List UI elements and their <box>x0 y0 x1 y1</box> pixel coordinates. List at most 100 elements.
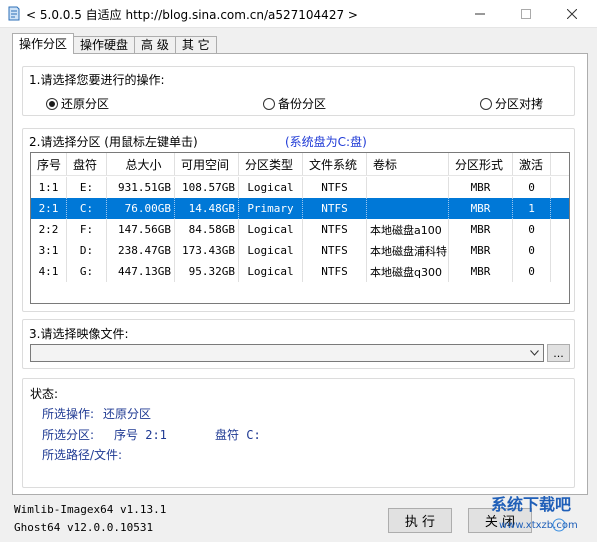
column-header[interactable]: 总大小 <box>107 153 175 175</box>
table-cell-free: 14.48GB <box>175 198 239 219</box>
table-cell-total: 238.47GB <box>107 240 175 261</box>
system-disk-note: (系统盘为C:盘) <box>285 135 367 149</box>
image-file-title: 3.请选择映像文件: <box>29 327 129 341</box>
table-cell-drive: C: <box>67 198 107 219</box>
selected-partition-drive: 盘符 C: <box>215 428 261 442</box>
table-cell-active: 1 <box>513 198 551 219</box>
table-cell-type: Logical <box>239 219 303 240</box>
table-cell-active: 0 <box>513 261 551 282</box>
column-header[interactable]: 序号 <box>31 153 67 175</box>
selected-operation-value: 还原分区 <box>103 407 152 421</box>
table-cell-style: MBR <box>449 261 513 282</box>
table-cell-type: Logical <box>239 177 303 198</box>
table-cell-active: 0 <box>513 219 551 240</box>
image-file-combo[interactable] <box>30 344 544 362</box>
radio-backup-label: 备份分区 <box>278 97 327 111</box>
tab-operate-partition[interactable]: 操作分区 <box>12 33 75 54</box>
watermark-logo: 系统下载吧 www.xtxzb.com <box>485 492 595 540</box>
radio-copy-label: 分区对拷 <box>495 97 544 111</box>
table-cell-free: 95.32GB <box>175 261 239 282</box>
table-row[interactable]: 3:1 D: 238.47GB 173.43GB Logical NTFS 本地磁盘浦科特 M… <box>31 240 569 261</box>
selected-partition-label: 所选分区: <box>42 428 95 442</box>
column-header[interactable]: 分区形式 <box>449 153 513 175</box>
radio-copy[interactable]: 分区对拷 <box>480 95 543 112</box>
table-cell-free: 173.43GB <box>175 240 239 261</box>
status-title: 状态: <box>30 387 59 401</box>
table-cell-label: 本地磁盘浦科特 <box>367 240 449 261</box>
column-header[interactable]: 盘符 <box>67 153 107 175</box>
table-cell-num: 2:1 <box>31 198 67 219</box>
table-cell-active: 0 <box>513 177 551 198</box>
table-cell-free: 108.57GB <box>175 177 239 198</box>
table-cell-fs: NTFS <box>303 177 367 198</box>
table-cell-fs: NTFS <box>303 219 367 240</box>
wimlib-version: Wimlib-Imagex64 v1.13.1 <box>14 503 167 516</box>
table-row[interactable]: 2:2 F: 147.56GB 84.58GB Logical NTFS 本地磁盘a100 M… <box>31 219 569 240</box>
table-cell-spacer <box>551 198 569 219</box>
table-cell-type: Logical <box>239 240 303 261</box>
radio-restore[interactable]: 还原分区 <box>46 95 109 112</box>
table-cell-num: 2:2 <box>31 219 67 240</box>
minimize-icon <box>475 13 485 15</box>
table-cell-drive: F: <box>67 219 107 240</box>
table-cell-spacer <box>551 177 569 198</box>
radio-backup[interactable]: 备份分区 <box>263 95 326 112</box>
app-icon <box>8 6 20 21</box>
column-header-spacer <box>551 153 569 175</box>
table-cell-free: 84.58GB <box>175 219 239 240</box>
radio-dot <box>46 97 58 110</box>
table-cell-num: 1:1 <box>31 177 67 198</box>
maximize-icon <box>521 9 531 19</box>
table-cell-type: Primary <box>239 198 303 219</box>
table-row[interactable]: 1:1 E: 931.51GB 108.57GB Logical NTFS MBR 0 <box>31 177 569 198</box>
close-window-button[interactable] <box>549 0 595 28</box>
minimize-button[interactable] <box>457 0 503 28</box>
window-title: < 5.0.0.5 自适应 http://blog.sina.com.cn/a5… <box>26 8 358 22</box>
selected-operation-label: 所选操作: <box>42 407 95 421</box>
partition-table[interactable]: 序号 盘符 总大小 可用空间 分区类型 文件系统 卷标 分区形式 激活 1:1 E… <box>30 152 570 304</box>
table-cell-style: MBR <box>449 198 513 219</box>
table-row[interactable]: 2:1 C: 76.00GB 14.48GB Primary NTFS MBR 1 <box>31 198 569 219</box>
table-row[interactable]: 4:1 G: 447.13GB 95.32GB Logical NTFS 本地磁盘q300 M… <box>31 261 569 282</box>
column-header[interactable]: 文件系统 <box>303 153 367 175</box>
radio-dot <box>263 97 275 110</box>
table-cell-spacer <box>551 240 569 261</box>
table-header: 序号 盘符 总大小 可用空间 分区类型 文件系统 卷标 分区形式 激活 <box>31 153 569 176</box>
table-cell-type: Logical <box>239 261 303 282</box>
table-cell-label <box>367 177 449 198</box>
column-header[interactable]: 激活 <box>513 153 551 175</box>
table-cell-drive: E: <box>67 177 107 198</box>
ghost-version: Ghost64 v12.0.0.10531 <box>14 521 154 534</box>
table-cell-spacer <box>551 261 569 282</box>
chevron-down-icon[interactable] <box>525 345 543 361</box>
table-cell-num: 4:1 <box>31 261 67 282</box>
browse-button[interactable]: ... <box>547 344 570 362</box>
tab-other[interactable]: 其 它 <box>174 36 217 54</box>
table-cell-style: MBR <box>449 219 513 240</box>
table-cell-label: 本地磁盘q300 <box>367 261 449 282</box>
column-header[interactable]: 分区类型 <box>239 153 303 175</box>
table-cell-fs: NTFS <box>303 261 367 282</box>
watermark-url: www.xtxzb.com <box>499 520 578 531</box>
table-cell-active: 0 <box>513 240 551 261</box>
tab-advanced[interactable]: 高 级 <box>134 36 176 54</box>
column-header[interactable]: 可用空间 <box>175 153 239 175</box>
table-cell-style: MBR <box>449 240 513 261</box>
radio-dot <box>480 97 492 110</box>
title-bar: < 5.0.0.5 自适应 http://blog.sina.com.cn/a5… <box>0 0 597 28</box>
table-cell-num: 3:1 <box>31 240 67 261</box>
partition-group-title: 2.请选择分区 (用鼠标左键单击) <box>29 135 198 149</box>
table-cell-total: 447.13GB <box>107 261 175 282</box>
operation-group-title: 1.请选择您要进行的操作: <box>29 73 165 87</box>
table-cell-label <box>367 198 449 219</box>
execute-button[interactable]: 执 行 <box>388 508 452 533</box>
table-cell-label: 本地磁盘a100 <box>367 219 449 240</box>
selected-partition-number: 序号 2:1 <box>114 428 167 442</box>
table-cell-drive: G: <box>67 261 107 282</box>
tab-operate-disk[interactable]: 操作硬盘 <box>73 36 136 54</box>
table-cell-fs: NTFS <box>303 198 367 219</box>
column-header[interactable]: 卷标 <box>367 153 449 175</box>
maximize-button[interactable] <box>503 0 549 28</box>
close-icon <box>567 9 577 19</box>
svg-text:系统下载吧: 系统下载吧 <box>491 495 571 514</box>
